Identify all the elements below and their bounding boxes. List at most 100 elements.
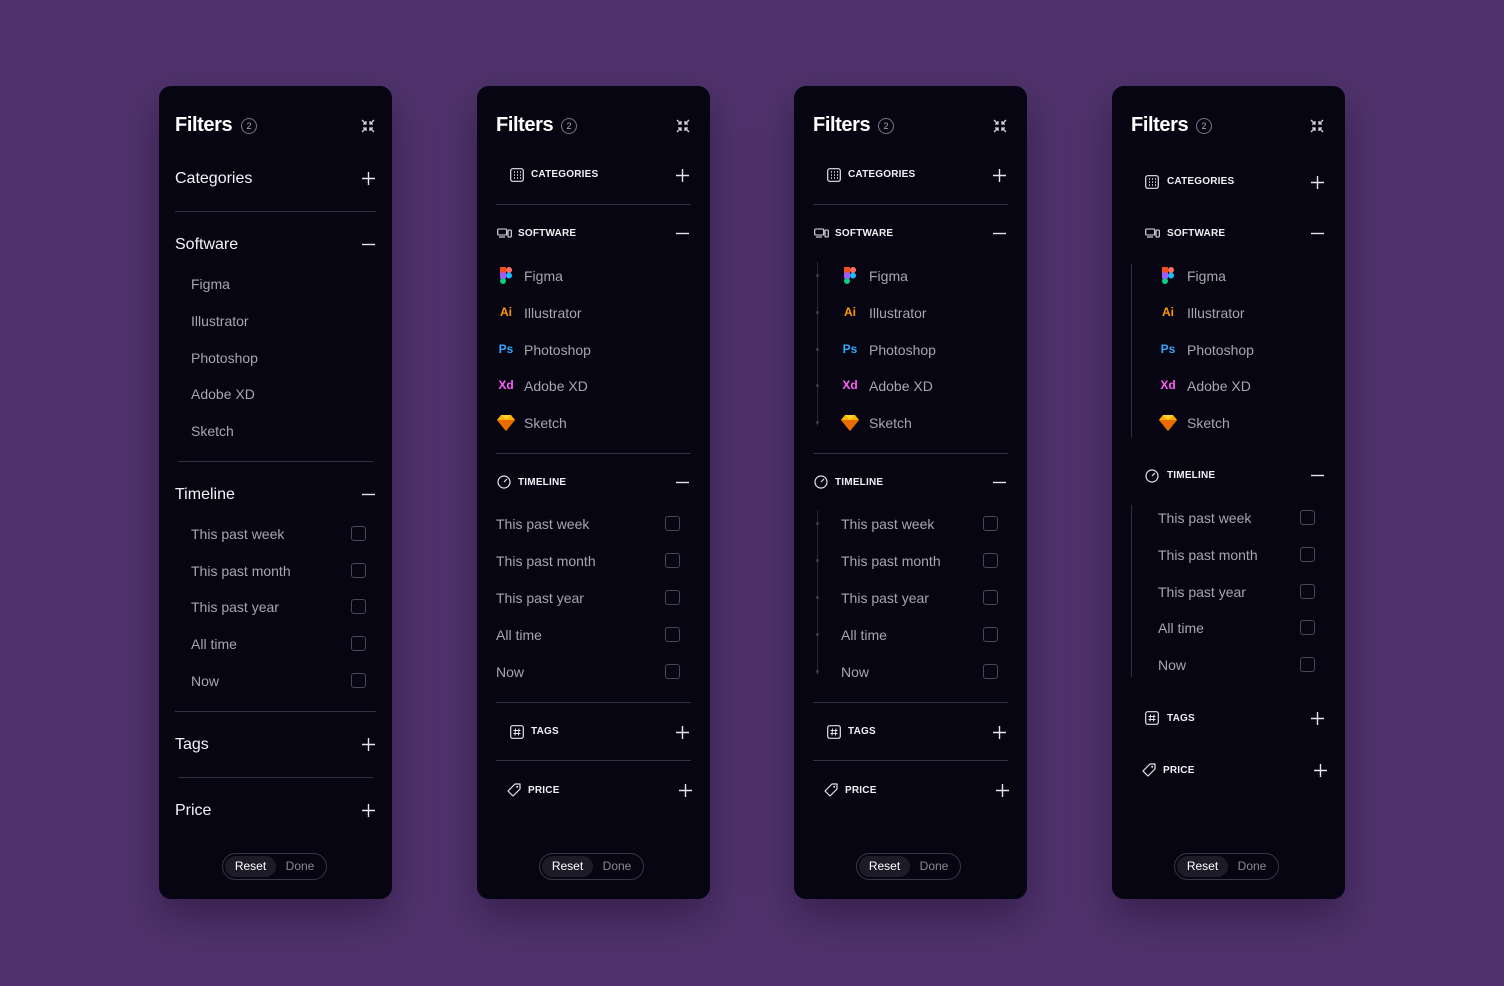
section-title-categories[interactable]: CATEGORIES [848, 169, 915, 180]
section-title-software[interactable]: Software [175, 236, 238, 254]
minus-icon[interactable] [993, 476, 1006, 489]
collapse-icon[interactable] [676, 119, 690, 133]
plus-icon[interactable] [996, 784, 1009, 797]
software-item-sketch[interactable]: Sketch [524, 415, 567, 431]
software-item-figma[interactable]: Figma [869, 268, 908, 284]
collapse-icon[interactable] [361, 119, 375, 133]
section-title-timeline[interactable]: TIMELINE [835, 477, 883, 488]
section-title-price[interactable]: PRICE [528, 785, 560, 796]
software-item-sketch[interactable]: Sketch [869, 415, 912, 431]
section-title-tags[interactable]: TAGS [848, 726, 876, 737]
minus-icon[interactable] [993, 227, 1006, 240]
illustrator-icon: Ai [1162, 305, 1174, 319]
software-item-photoshop[interactable]: Photoshop [1187, 342, 1254, 358]
reset-button[interactable]: Reset [1177, 856, 1228, 877]
software-item-illustrator[interactable]: Illustrator [869, 305, 927, 321]
plus-icon[interactable] [1311, 712, 1324, 725]
software-item-sketch[interactable]: Sketch [1187, 415, 1230, 431]
done-button[interactable]: Done [276, 856, 324, 877]
plus-icon[interactable] [362, 804, 375, 817]
checkbox-now[interactable] [351, 673, 366, 688]
checkbox-past-year[interactable] [351, 599, 366, 614]
checkbox-past-year[interactable] [1300, 584, 1315, 599]
software-item-figma[interactable]: Figma [1187, 268, 1226, 284]
software-item-figma[interactable]: Figma [524, 268, 563, 284]
checkbox-all-time[interactable] [351, 636, 366, 651]
section-title-timeline[interactable]: Timeline [175, 486, 235, 504]
software-item-figma[interactable]: Figma [191, 276, 230, 292]
software-item-adobe-xd[interactable]: Adobe XD [869, 378, 933, 394]
section-title-timeline[interactable]: TIMELINE [1167, 470, 1215, 481]
reset-button[interactable]: Reset [225, 856, 276, 877]
section-title-software[interactable]: SOFTWARE [1167, 228, 1225, 239]
software-item-photoshop[interactable]: Photoshop [191, 350, 258, 366]
software-item-illustrator[interactable]: Illustrator [1187, 305, 1245, 321]
software-item-adobe-xd[interactable]: Adobe XD [191, 386, 255, 402]
software-item-adobe-xd[interactable]: Adobe XD [524, 378, 588, 394]
section-title-categories[interactable]: Categories [175, 170, 252, 188]
divider [813, 204, 1008, 205]
plus-icon[interactable] [993, 169, 1006, 182]
checkbox-past-month[interactable] [983, 553, 998, 568]
plus-icon[interactable] [993, 726, 1006, 739]
checkbox-past-week[interactable] [665, 516, 680, 531]
checkbox-now[interactable] [1300, 657, 1315, 672]
checkbox-now[interactable] [665, 664, 680, 679]
plus-icon[interactable] [676, 169, 689, 182]
software-item-adobe-xd[interactable]: Adobe XD [1187, 378, 1251, 394]
timeline-item-past-year: This past year [1158, 584, 1246, 600]
done-button[interactable]: Done [1228, 856, 1276, 877]
plus-icon[interactable] [1314, 764, 1327, 777]
section-title-price[interactable]: Price [175, 802, 211, 820]
section-title-categories[interactable]: CATEGORIES [1167, 176, 1234, 187]
reset-button[interactable]: Reset [859, 856, 910, 877]
software-item-photoshop[interactable]: Photoshop [869, 342, 936, 358]
checkbox-all-time[interactable] [665, 627, 680, 642]
software-item-illustrator[interactable]: Illustrator [524, 305, 582, 321]
section-title-software[interactable]: SOFTWARE [518, 228, 576, 239]
minus-icon[interactable] [1311, 469, 1324, 482]
grid-icon [827, 168, 841, 182]
software-item-sketch[interactable]: Sketch [191, 423, 234, 439]
plus-icon[interactable] [362, 738, 375, 751]
section-title-tags[interactable]: Tags [175, 736, 209, 754]
divider [178, 461, 373, 462]
software-item-illustrator[interactable]: Illustrator [191, 313, 249, 329]
checkbox-past-month[interactable] [665, 553, 680, 568]
plus-icon[interactable] [362, 172, 375, 185]
filters-panel-plain: Filters 2 Categories Software Figma Illu… [159, 86, 392, 899]
checkbox-past-week[interactable] [351, 526, 366, 541]
checkbox-past-month[interactable] [351, 563, 366, 578]
done-button[interactable]: Done [910, 856, 958, 877]
checkbox-past-week[interactable] [1300, 510, 1315, 525]
section-title-price[interactable]: PRICE [1163, 765, 1195, 776]
section-title-tags[interactable]: TAGS [1167, 713, 1195, 724]
reset-button[interactable]: Reset [542, 856, 593, 877]
plus-icon[interactable] [676, 726, 689, 739]
minus-icon[interactable] [676, 227, 689, 240]
checkbox-past-month[interactable] [1300, 547, 1315, 562]
plus-icon[interactable] [679, 784, 692, 797]
done-button[interactable]: Done [593, 856, 641, 877]
minus-icon[interactable] [362, 488, 375, 501]
section-title-categories[interactable]: CATEGORIES [531, 169, 598, 180]
filter-count-badge: 2 [878, 118, 894, 134]
minus-icon[interactable] [362, 238, 375, 251]
minus-icon[interactable] [676, 476, 689, 489]
section-title-tags[interactable]: TAGS [531, 726, 559, 737]
checkbox-past-year[interactable] [983, 590, 998, 605]
checkbox-past-year[interactable] [665, 590, 680, 605]
checkbox-all-time[interactable] [983, 627, 998, 642]
checkbox-now[interactable] [983, 664, 998, 679]
section-title-software[interactable]: SOFTWARE [835, 228, 893, 239]
collapse-icon[interactable] [993, 119, 1007, 133]
tree-line [1131, 264, 1132, 438]
plus-icon[interactable] [1311, 176, 1324, 189]
collapse-icon[interactable] [1310, 119, 1324, 133]
section-title-timeline[interactable]: TIMELINE [518, 477, 566, 488]
checkbox-all-time[interactable] [1300, 620, 1315, 635]
section-title-price[interactable]: PRICE [845, 785, 877, 796]
minus-icon[interactable] [1311, 227, 1324, 240]
software-item-photoshop[interactable]: Photoshop [524, 342, 591, 358]
checkbox-past-week[interactable] [983, 516, 998, 531]
